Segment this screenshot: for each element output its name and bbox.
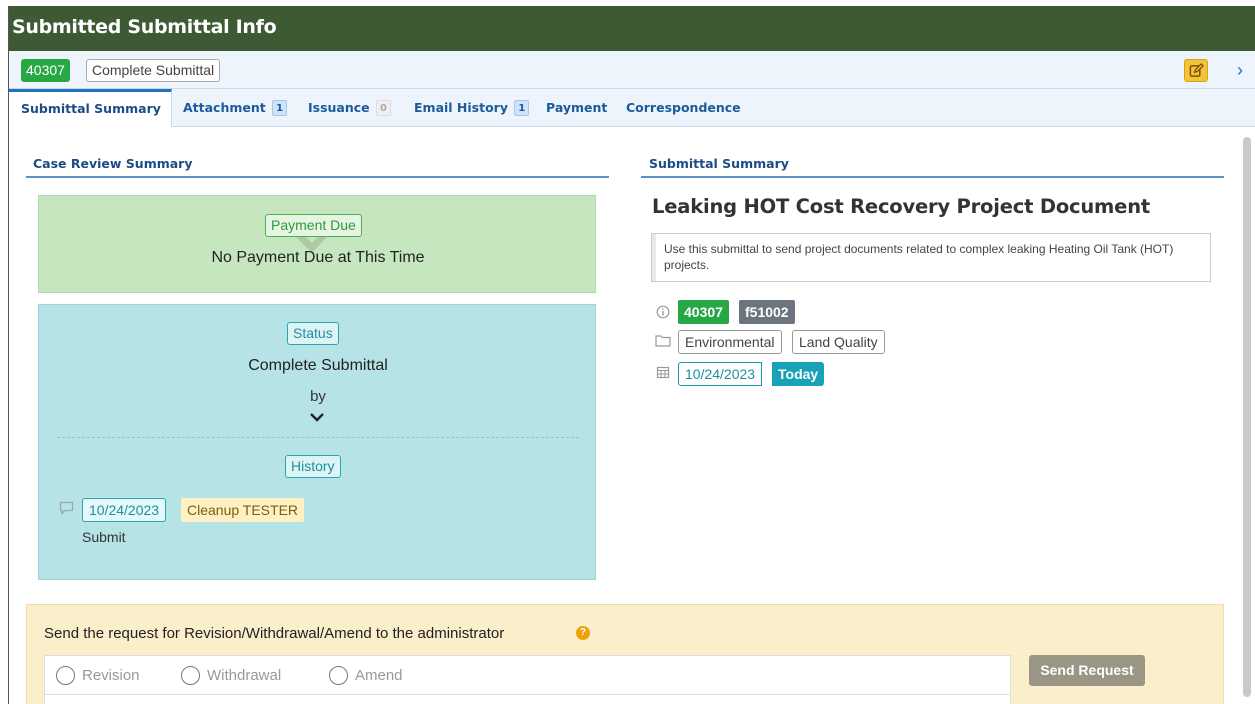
payment-panel: Payment Due No Payment Due at This Time (38, 195, 596, 293)
description-box: Use this submittal to send project docum… (651, 233, 1211, 282)
tab-label: Submittal Summary (21, 101, 161, 116)
chevron-right-icon[interactable]: › (1231, 59, 1249, 82)
edit-button[interactable] (1184, 59, 1208, 82)
status-panel: Status Complete Submittal by History 10/… (38, 304, 596, 580)
radio-circle (56, 666, 75, 685)
status-chip: Status (287, 322, 339, 345)
history-date: 10/24/2023 (82, 498, 167, 522)
submitted-date: 10/24/2023 (678, 362, 763, 386)
tab-issuance[interactable]: Issuance 0 (308, 89, 392, 127)
withdrawal-radio[interactable]: Withdrawal (181, 666, 281, 686)
document-title: Leaking HOT Cost Recovery Project Docume… (652, 195, 1151, 218)
request-panel: Send the request for Revision/Withdrawal… (26, 604, 1224, 704)
divider (26, 176, 609, 178)
form-id-tag: f51002 (739, 300, 795, 324)
history-chip: History (285, 455, 341, 478)
history-action: Submit (82, 529, 126, 545)
divider (641, 176, 1224, 178)
tab-label: Email History (414, 100, 508, 115)
scrollbar[interactable] (1243, 137, 1251, 697)
tab-label: Attachment (183, 100, 266, 115)
tab-payment[interactable]: Payment (546, 89, 607, 127)
calendar-icon (656, 366, 670, 379)
submittal-id-badge: 40307 (21, 59, 70, 82)
tab-submittal-summary[interactable]: Submittal Summary (9, 89, 172, 127)
count-badge: 0 (376, 100, 392, 116)
tab-attachment[interactable]: Attachment 1 (183, 89, 288, 127)
window-title: Submitted Submittal Info (12, 16, 277, 38)
radio-circle (329, 666, 348, 685)
submittal-window: Submitted Submittal Info 40307 Complete … (8, 6, 1255, 704)
by-text: by (310, 388, 326, 405)
edit-icon (1189, 63, 1204, 77)
tab-email-history[interactable]: Email History 1 (414, 89, 530, 127)
tab-label: Payment (546, 100, 608, 115)
comment-icon (59, 501, 74, 515)
tab-label: Correspondence (626, 100, 741, 115)
category-tag: Land Quality (792, 330, 885, 354)
revision-radio[interactable]: Revision (56, 666, 140, 686)
folder-icon (655, 335, 671, 347)
category-tag: Environmental (678, 330, 782, 354)
title-bar: Submitted Submittal Info (9, 6, 1255, 51)
submittal-summary-heading: Submittal Summary (649, 156, 789, 171)
history-user: Cleanup TESTER (181, 498, 305, 522)
status-text: Complete Submittal (248, 357, 388, 374)
tab-bar: Submittal Summary Attachment 1 Issuance … (9, 89, 1255, 127)
today-badge: Today (772, 362, 825, 386)
divider (57, 437, 579, 438)
payment-status-text: No Payment Due at This Time (211, 249, 425, 266)
radio-circle (181, 666, 200, 685)
request-title: Send the request for Revision/Withdrawal… (44, 625, 505, 642)
amend-radio[interactable]: Amend (329, 666, 403, 686)
submittal-id-tag: 40307 (678, 300, 729, 324)
tab-correspondence[interactable]: Correspondence (626, 89, 741, 127)
count-badge: 1 (272, 100, 288, 116)
radio-label: Withdrawal (207, 667, 282, 684)
tab-label: Issuance (308, 100, 370, 115)
id-bar: 40307 Complete Submittal › (9, 51, 1255, 89)
submittal-state-badge: Complete Submittal (86, 59, 221, 82)
count-badge: 1 (514, 100, 530, 116)
case-review-heading: Case Review Summary (33, 156, 193, 171)
info-icon (656, 305, 670, 319)
radio-label: Amend (355, 667, 403, 684)
help-icon[interactable]: ? (576, 626, 590, 640)
request-type-group: Revision Withdrawal Amend (44, 655, 1011, 695)
radio-label: Revision (82, 667, 140, 684)
chevron-down-icon[interactable] (309, 411, 325, 423)
send-request-button[interactable]: Send Request (1029, 655, 1145, 686)
request-comment-field[interactable] (44, 694, 1011, 704)
payment-due-chip: Payment Due (265, 214, 362, 237)
